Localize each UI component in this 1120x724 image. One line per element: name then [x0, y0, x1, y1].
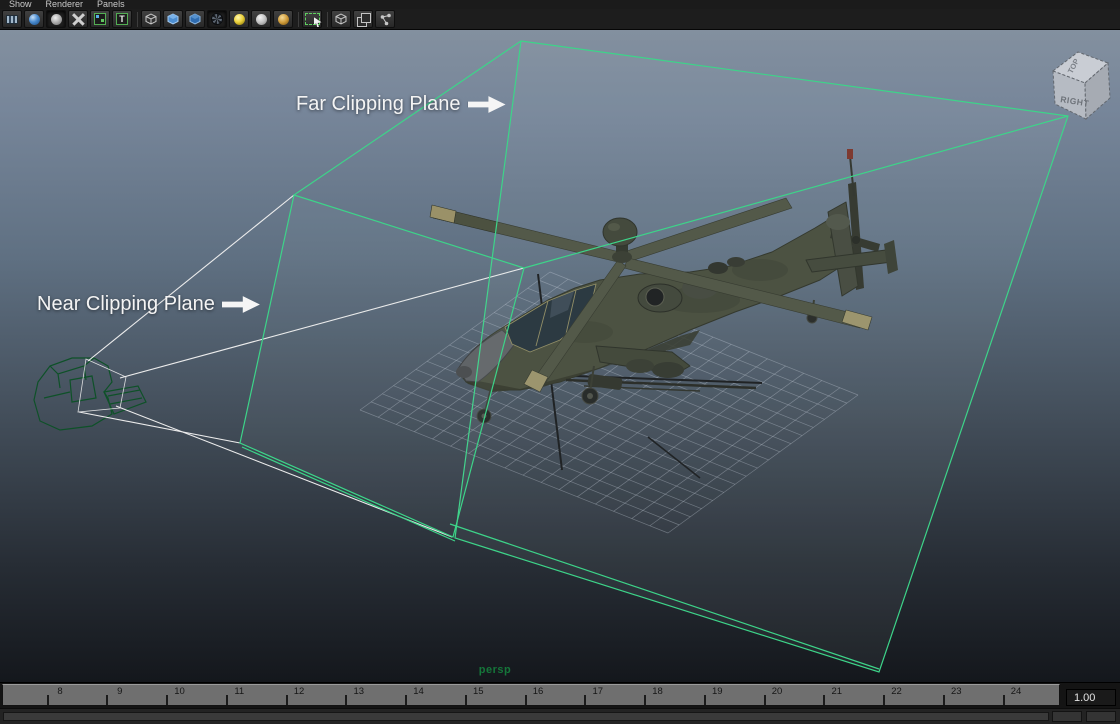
- no-lights-icon[interactable]: [273, 10, 293, 28]
- view-cube[interactable]: TOP RIGHT: [1053, 52, 1110, 119]
- frame-tick: [166, 695, 168, 705]
- far-clipping-plane-annotation: Far Clipping Plane: [296, 93, 506, 116]
- resolution-gate-icon[interactable]: [24, 10, 44, 28]
- gray-sphere-glyph: [51, 14, 62, 25]
- frame-number: 18: [652, 686, 663, 697]
- near-clipping-plane-label: Near Clipping Plane: [37, 293, 215, 316]
- pane-layout-icon[interactable]: [353, 10, 373, 28]
- frame-tick: [1003, 695, 1005, 705]
- frame-tick: [584, 695, 586, 705]
- frame-tick: [405, 695, 407, 705]
- panel-menu-bar: Show Renderer Panels: [0, 0, 1120, 9]
- frame-number: 21: [831, 686, 842, 697]
- range-slider-bar[interactable]: [3, 712, 1049, 721]
- film-gate-icon[interactable]: [2, 10, 22, 28]
- frame-tick: [226, 695, 228, 705]
- range-slider-button[interactable]: [1086, 711, 1116, 722]
- range-slider-button[interactable]: [1052, 711, 1082, 722]
- x-glyph: [72, 13, 85, 26]
- blue-sphere-glyph: [29, 14, 40, 25]
- frustum-edge: [294, 41, 521, 195]
- field-chart-icon[interactable]: [68, 10, 88, 28]
- scene-canvas: TOP RIGHT: [0, 30, 1120, 682]
- menu-show[interactable]: Show: [9, 0, 32, 9]
- frame-tick: [883, 695, 885, 705]
- gate-mask-icon[interactable]: [46, 10, 66, 28]
- toolbar-separator: [327, 12, 328, 27]
- time-slider-row: 7 8 9 10 11 12 13 14 15 16 17 18 19 20 21 22 23 24 1.00: [0, 682, 1120, 708]
- frame-number: 22: [891, 686, 902, 697]
- frame-number: 23: [951, 686, 962, 697]
- frame-number: 12: [294, 686, 305, 697]
- toolbar-separator: [137, 12, 138, 27]
- frame-tick: [525, 695, 527, 705]
- panel-toolbar: T: [0, 9, 1120, 30]
- hypergraph-icon[interactable]: [375, 10, 395, 28]
- frame-number: 7: [2, 686, 3, 697]
- perspective-viewport[interactable]: TOP RIGHT Far Clipping Plane Near Clippi…: [0, 30, 1120, 682]
- time-slider-track[interactable]: 7 8 9 10 11 12 13 14 15 16 17 18 19 20 21 22 23 24: [2, 684, 1060, 706]
- t-glyph: T: [116, 13, 128, 25]
- frame-number: 16: [533, 686, 544, 697]
- frame-number: 10: [174, 686, 185, 697]
- arrow-right-icon: [468, 94, 506, 116]
- frame-tick: [644, 695, 646, 705]
- near-clipping-plane-annotation: Near Clipping Plane: [37, 293, 260, 316]
- isolate-select-icon[interactable]: [302, 10, 322, 28]
- default-lighting-icon[interactable]: [251, 10, 271, 28]
- rotor-tip-band: [430, 205, 456, 223]
- frame-number: 19: [712, 686, 723, 697]
- camera-wireframe[interactable]: [34, 358, 146, 430]
- frame-tick: [764, 695, 766, 705]
- frame-number: 15: [473, 686, 484, 697]
- frame-tick: [943, 695, 945, 705]
- arrow-right-icon: [222, 294, 260, 316]
- white-sphere-glyph: [256, 14, 267, 25]
- safe-action-icon[interactable]: [90, 10, 110, 28]
- blue-cube-glyph: [166, 12, 180, 26]
- safe-title-icon[interactable]: T: [112, 10, 132, 28]
- frame-tick: [47, 695, 49, 705]
- frame-number: 20: [772, 686, 783, 697]
- gold-sphere-glyph: [278, 14, 289, 25]
- selection-cursor-glyph: [305, 13, 320, 25]
- textured-mode-icon[interactable]: [185, 10, 205, 28]
- frame-number: 11: [234, 686, 244, 697]
- wire-cube-glyph: [334, 12, 348, 26]
- single-pane-icon[interactable]: [331, 10, 351, 28]
- overlapping-panes-glyph: [357, 13, 370, 26]
- frame-tick: [465, 695, 467, 705]
- frame-number: 8: [57, 686, 62, 697]
- frame-number: 14: [413, 686, 424, 697]
- wireframe-mode-icon[interactable]: [141, 10, 161, 28]
- yellow-sphere-glyph: [234, 14, 245, 25]
- menu-renderer[interactable]: Renderer: [46, 0, 84, 9]
- use-default-material-icon[interactable]: [207, 10, 227, 28]
- far-clipping-plane-quad: [455, 41, 1068, 672]
- blue-cube2-glyph: [188, 12, 202, 26]
- range-slider-row: [0, 708, 1120, 724]
- menu-panels[interactable]: Panels: [97, 0, 125, 9]
- frame-number: 24: [1011, 686, 1022, 697]
- toolbar-separator: [298, 12, 299, 27]
- frame-number: 13: [353, 686, 364, 697]
- frustum-clipping-planes: [240, 41, 1068, 672]
- frame-tick: [106, 695, 108, 705]
- far-clipping-plane-label: Far Clipping Plane: [296, 93, 461, 116]
- film-gate-glyph: [6, 15, 18, 24]
- aperture-glyph: [211, 13, 223, 25]
- frame-number: 17: [592, 686, 603, 697]
- frame-tick: [704, 695, 706, 705]
- frame-tick: [286, 695, 288, 705]
- smooth-shade-mode-icon[interactable]: [163, 10, 183, 28]
- frame-tick: [345, 695, 347, 705]
- dots-box-glyph: [94, 13, 106, 25]
- frame-tick: [823, 695, 825, 705]
- camera-name-label: persp: [450, 664, 540, 676]
- wire-cube-glyph: [144, 12, 158, 26]
- frame-number: 9: [117, 686, 122, 697]
- playback-rate-field[interactable]: 1.00: [1066, 689, 1116, 706]
- share-nodes-glyph: [379, 13, 392, 26]
- all-lights-icon[interactable]: [229, 10, 249, 28]
